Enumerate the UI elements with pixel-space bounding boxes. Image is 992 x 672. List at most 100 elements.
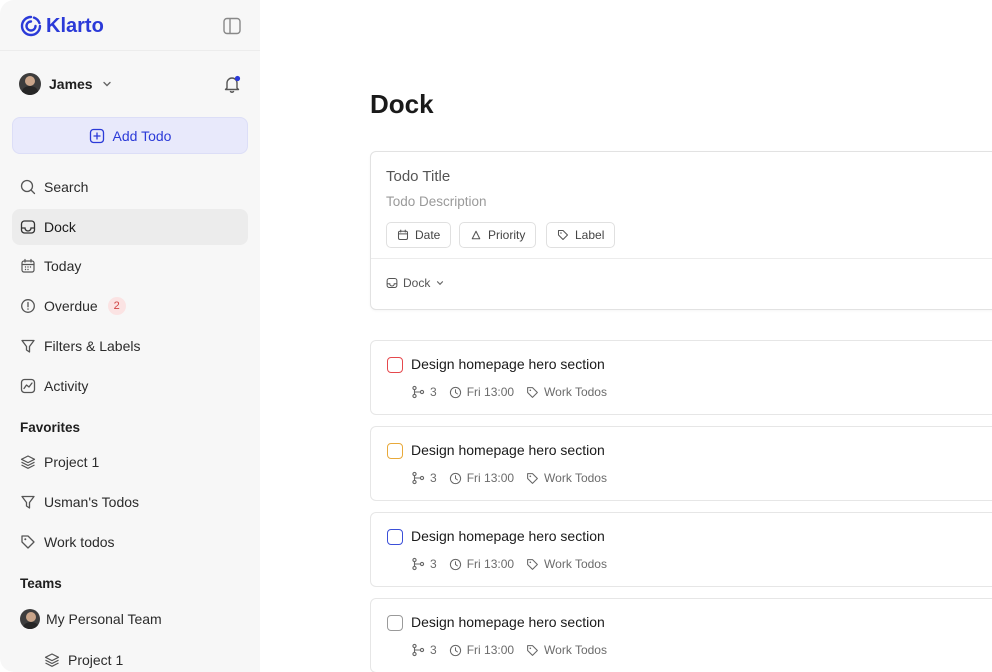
klarto-logo-icon <box>20 15 42 37</box>
team-item-my-personal-team[interactable]: My Personal Team <box>12 601 248 637</box>
subtasks-count: 3 <box>411 471 437 485</box>
nav-item-label: Search <box>44 179 89 195</box>
sidebar: Klarto James Add Todo Search Dock Today … <box>0 0 260 672</box>
nav-item-dock[interactable]: Dock <box>12 209 248 245</box>
favorite-item-project-1[interactable]: Project 1 <box>12 444 248 480</box>
nav-item-label: Activity <box>44 378 89 394</box>
nav-item-overdue[interactable]: Overdue 2 <box>12 288 248 324</box>
clock-icon <box>449 558 461 570</box>
plus-square-icon <box>89 128 104 143</box>
task-meta: 3 Fri 13:00 Work Todos <box>411 471 619 485</box>
task-title: Design homepage hero section <box>411 356 605 372</box>
subtask-branch-icon <box>412 557 425 571</box>
date-chip-button[interactable]: Date <box>386 222 452 248</box>
tag-icon <box>527 386 538 398</box>
label-value: Work Todos <box>544 557 607 571</box>
avatar <box>19 73 41 95</box>
due-value: Fri 13:00 <box>466 471 515 485</box>
calendar-icon <box>21 258 35 273</box>
clock-icon <box>449 386 461 398</box>
due-value: Fri 13:00 <box>466 557 515 571</box>
task-label: Work Todos <box>526 557 607 571</box>
subtask-branch-icon <box>412 471 425 485</box>
nav-item-activity[interactable]: Activity <box>12 368 248 404</box>
page-title: Dock <box>370 89 434 119</box>
tag-icon <box>21 535 35 549</box>
label-value: Work Todos <box>544 471 607 485</box>
task-checkbox[interactable] <box>387 357 403 373</box>
chevron-down-icon <box>102 81 111 87</box>
subtasks-count: 3 <box>411 385 437 399</box>
favorites-heading: Favorites <box>20 420 81 435</box>
task-meta: 3 Fri 13:00 Work Todos <box>411 643 619 657</box>
favorite-item-work-todos[interactable]: Work todos <box>12 524 248 560</box>
due-value: Fri 13:00 <box>466 643 515 657</box>
clock-icon <box>449 644 461 656</box>
add-todo-button[interactable]: Add Todo <box>12 117 248 154</box>
task-label: Work Todos <box>526 385 607 399</box>
subtasks-value: 3 <box>430 557 437 571</box>
avatar <box>20 609 40 629</box>
favorite-label: Project 1 <box>44 454 100 470</box>
task-checkbox[interactable] <box>387 529 403 545</box>
tag-icon <box>527 558 538 570</box>
subtask-branch-icon <box>412 643 425 657</box>
task-card[interactable]: Design homepage hero section 3 Fri 13:00… <box>370 512 992 587</box>
subtasks-count: 3 <box>411 643 437 657</box>
priority-chip-button[interactable]: Priority <box>459 222 537 248</box>
search-icon <box>20 179 36 195</box>
main-content: Dock Todo Title Todo Description Date Pr… <box>260 0 992 672</box>
calendar-icon <box>397 229 409 241</box>
chip-label: Date <box>415 228 441 242</box>
todo-composer: Todo Title Todo Description Date Priorit… <box>370 151 992 310</box>
notification-bell-icon[interactable] <box>222 74 242 94</box>
filter-icon <box>21 339 35 353</box>
nav-item-filters-labels[interactable]: Filters & Labels <box>12 328 248 364</box>
overdue-count-badge: 2 <box>107 297 126 315</box>
todo-title-input[interactable]: Todo Title <box>386 168 450 185</box>
inbox-icon <box>20 220 36 234</box>
task-title: Design homepage hero section <box>411 528 605 544</box>
composer-divider <box>371 258 992 259</box>
nav-item-search[interactable]: Search <box>12 169 248 205</box>
brand[interactable]: Klarto <box>20 14 104 38</box>
clock-icon <box>449 472 461 484</box>
layers-icon <box>20 455 36 469</box>
nav-item-today[interactable]: Today <box>12 248 248 284</box>
task-title: Design homepage hero section <box>411 442 605 458</box>
filter-icon <box>21 495 35 509</box>
task-checkbox[interactable] <box>387 615 403 631</box>
user-menu[interactable]: James <box>19 73 113 95</box>
label-value: Work Todos <box>544 643 607 657</box>
subtask-branch-icon <box>412 385 425 399</box>
add-todo-label: Add Todo <box>112 127 172 144</box>
favorite-item-usmans-todos[interactable]: Usman's Todos <box>12 484 248 520</box>
user-name: James <box>49 76 93 92</box>
chip-label: Priority <box>488 228 526 242</box>
project-select[interactable]: Dock <box>386 276 445 290</box>
tag-icon <box>527 644 538 656</box>
label-chip-button[interactable]: Label <box>546 222 616 248</box>
due-value: Fri 13:00 <box>466 385 515 399</box>
task-card[interactable]: Design homepage hero section 3 Fri 13:00… <box>370 598 992 672</box>
task-checkbox[interactable] <box>387 443 403 459</box>
due-time: Fri 13:00 <box>449 471 514 485</box>
task-label: Work Todos <box>526 471 607 485</box>
team-project-item-project-1[interactable]: Project 1 <box>12 642 248 672</box>
team-project-label: Project 1 <box>68 652 124 668</box>
subtasks-count: 3 <box>411 557 437 571</box>
task-meta: 3 Fri 13:00 Work Todos <box>411 557 619 571</box>
sidebar-toggle-icon[interactable] <box>222 16 242 36</box>
task-card[interactable]: Design homepage hero section 3 Fri 13:00… <box>370 340 992 415</box>
subtasks-value: 3 <box>430 471 437 485</box>
chip-label: Label <box>575 228 605 242</box>
todo-description-input[interactable]: Todo Description <box>386 194 487 209</box>
subtasks-value: 3 <box>430 385 437 399</box>
tag-icon <box>557 229 569 241</box>
due-time: Fri 13:00 <box>449 557 514 571</box>
nav-item-label: Today <box>44 258 82 274</box>
teams-heading: Teams <box>20 576 62 591</box>
task-card[interactable]: Design homepage hero section 3 Fri 13:00… <box>370 426 992 501</box>
nav-item-label: Dock <box>44 219 76 235</box>
task-meta: 3 Fri 13:00 Work Todos <box>411 385 619 399</box>
